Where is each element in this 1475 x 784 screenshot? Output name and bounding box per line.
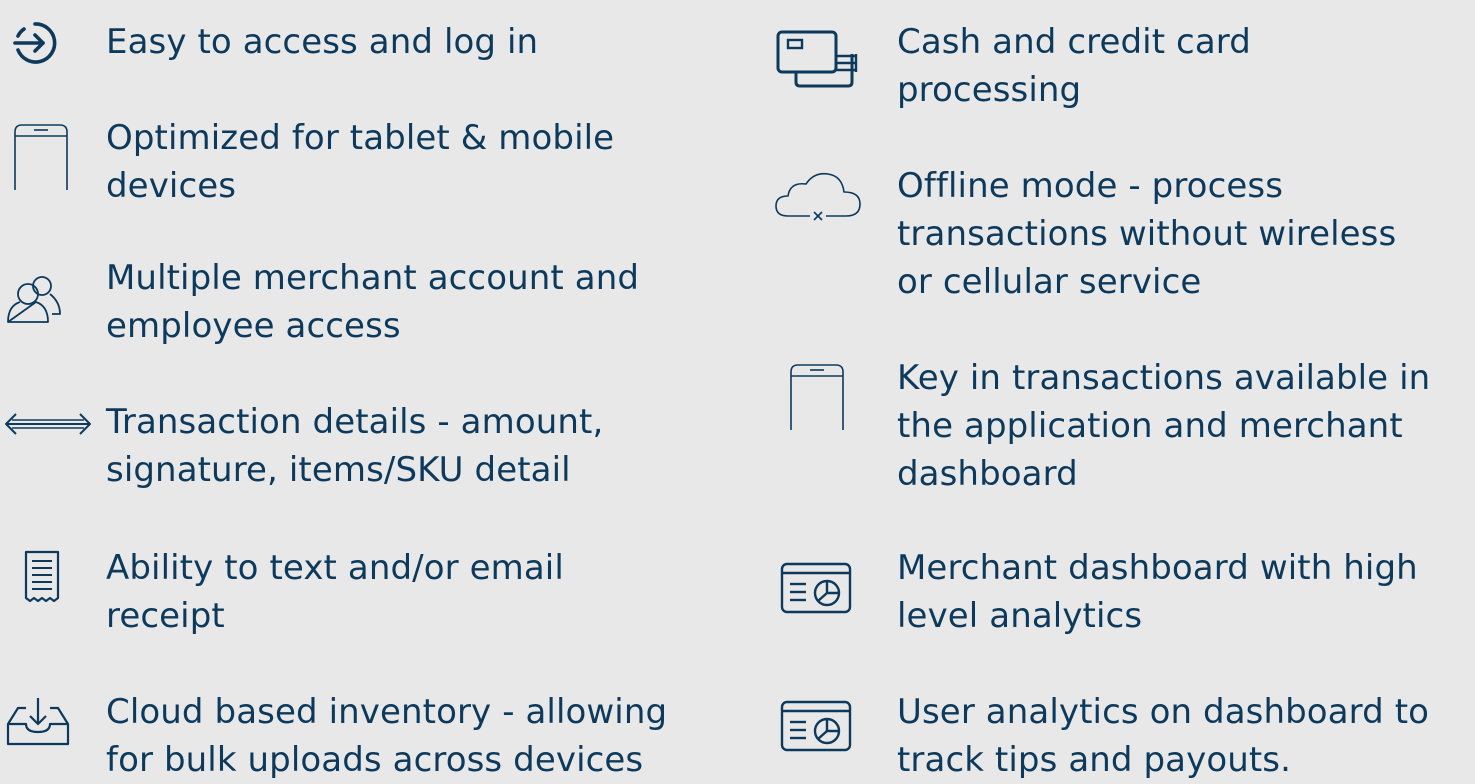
dashboard-chart-icon (780, 700, 852, 752)
cloud-offline-icon (774, 170, 862, 222)
dashboard-chart-icon (780, 562, 852, 614)
feature-text: Transaction details - amount, signature,… (106, 402, 604, 490)
feature-text: Offline mode - process transactions with… (897, 166, 1397, 302)
feature-text: Easy to access and log in (106, 22, 539, 62)
feature-cloud-inventory: Cloud based inventory - allowing for bul… (0, 684, 720, 783)
feature-user-analytics: User analytics on dashboard to track tip… (760, 684, 1475, 783)
feature-multiple-accounts: Multiple merchant account and employee a… (0, 250, 720, 360)
feature-text: Cloud based inventory - allowing for bul… (106, 692, 668, 780)
feature-text: Key in transactions available in the app… (897, 358, 1431, 494)
feature-easy-access: Easy to access and log in (0, 0, 720, 80)
feature-text: Optimized for tablet & mobile devices (106, 118, 615, 206)
double-arrow-icon (4, 412, 92, 436)
feature-key-in: Key in transactions available in the app… (760, 350, 1475, 510)
feature-merchant-dashboard: Merchant dashboard with high level analy… (760, 540, 1475, 650)
feature-transaction-details: Transaction details - amount, signature,… (0, 394, 720, 504)
feature-text: Merchant dashboard with high level analy… (897, 548, 1418, 636)
feature-offline-mode: Offline mode - process transactions with… (760, 156, 1475, 316)
login-arrow-icon (12, 20, 58, 66)
feature-receipt: Ability to text and/or email receipt (0, 540, 720, 650)
tablet-icon (790, 364, 844, 430)
receipt-icon (24, 550, 60, 606)
feature-optimized-mobile: Optimized for tablet & mobile devices (0, 110, 720, 220)
tablet-icon (14, 124, 68, 190)
feature-text: Ability to text and/or email receipt (106, 548, 564, 636)
feature-text: User analytics on dashboard to track tip… (897, 692, 1430, 780)
users-icon (6, 274, 62, 324)
feature-text: Multiple merchant account and employee a… (106, 258, 640, 346)
feature-cash-credit: Cash and credit card processing (760, 0, 1475, 120)
cards-icon (776, 30, 860, 90)
feature-text: Cash and credit card processing (897, 22, 1251, 110)
cloud-upload-tray-icon (6, 696, 70, 746)
